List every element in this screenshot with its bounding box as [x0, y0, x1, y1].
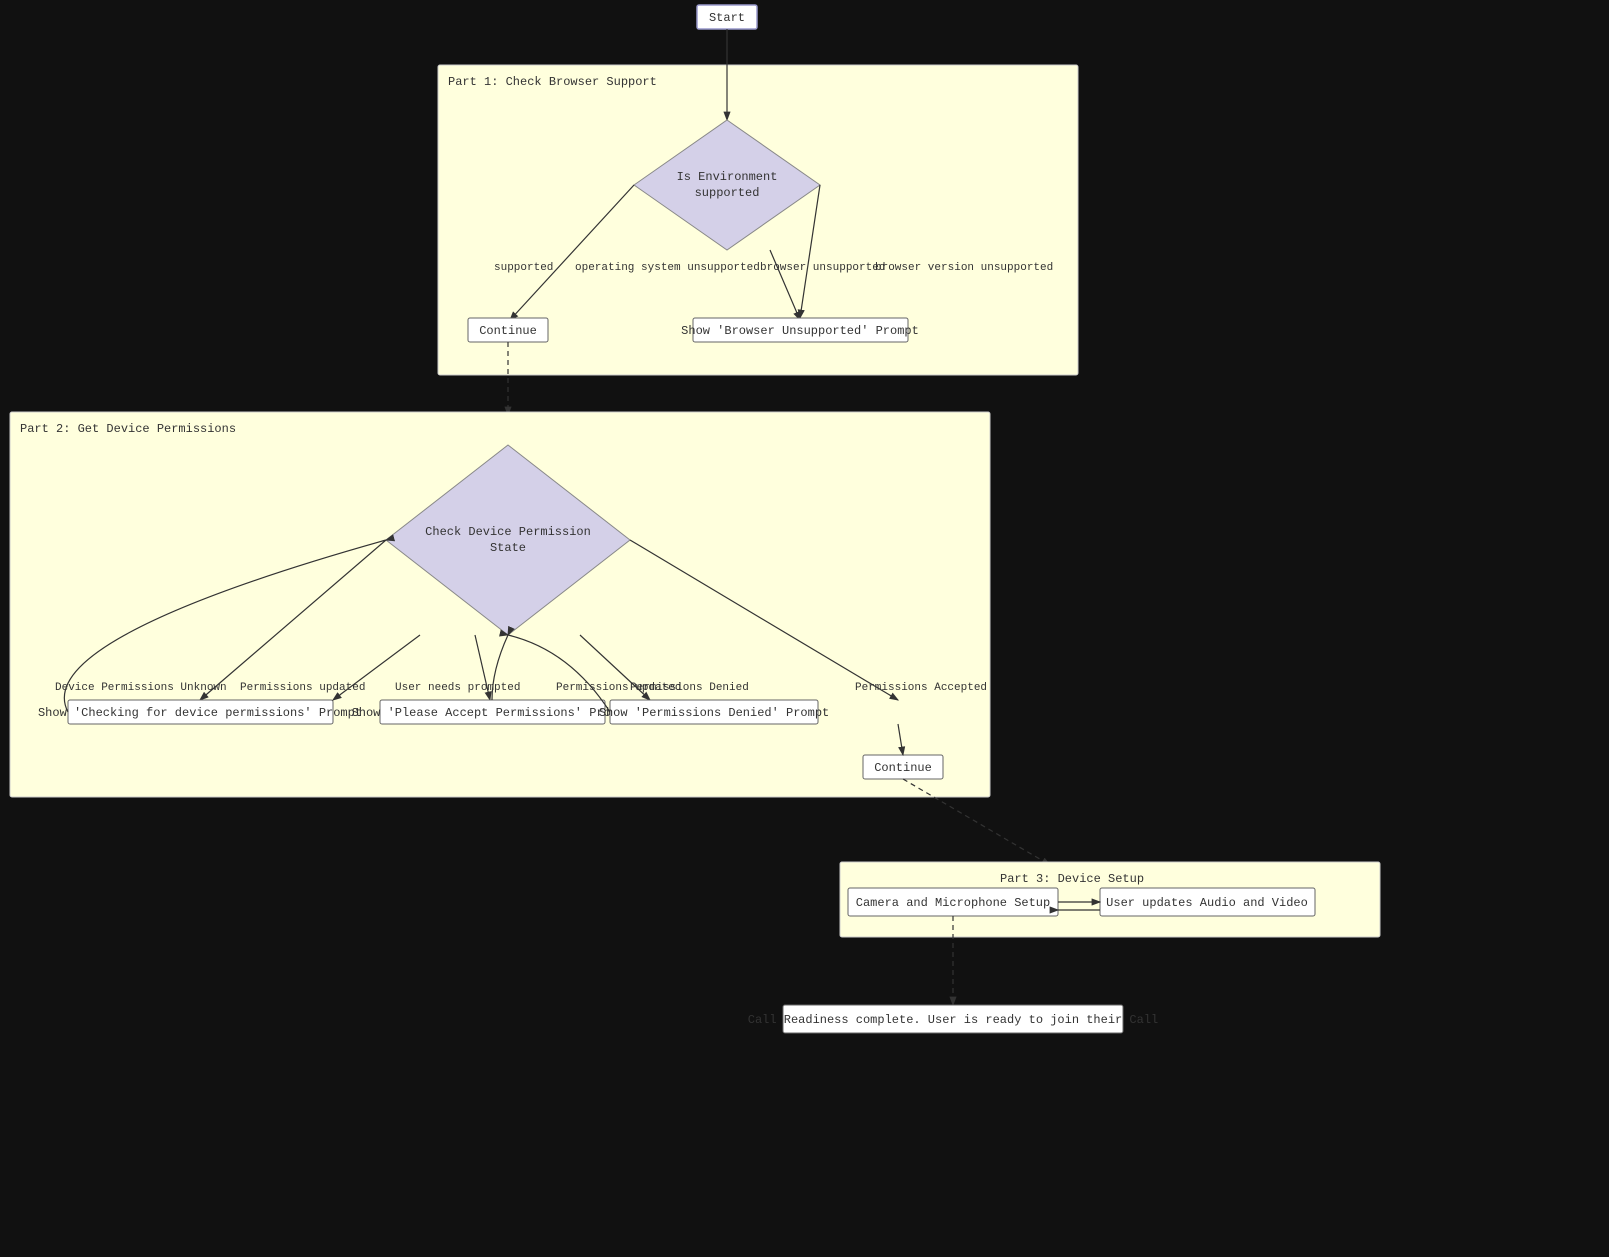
diamond-permissions-label1: Check Device Permission: [425, 525, 591, 539]
label-browser-unsupported: browser unsupported: [760, 262, 885, 274]
diamond-permissions-label2: State: [490, 541, 526, 555]
part2-title: Part 2: Get Device Permissions: [20, 422, 236, 436]
final-label: Call Readiness complete. User is ready t…: [748, 1013, 1158, 1027]
label-permissions-updated-left: Permissions updated: [240, 682, 365, 694]
label-user-needs-prompted: User needs prompted: [395, 682, 520, 694]
label-permissions-denied: Permissions Denied: [630, 682, 749, 694]
label-browser-version: browser version unsupported: [875, 262, 1053, 274]
diamond-environment-label1: Is Environment: [677, 170, 778, 184]
label-permissions-accepted: Permissions Accepted: [855, 682, 987, 694]
user-updates-label: User updates Audio and Video: [1106, 896, 1308, 910]
start-label: Start: [709, 11, 745, 25]
label-os-unsupported: operating system unsupported: [575, 262, 760, 274]
permissions-denied-label: Show 'Permissions Denied' Prompt: [599, 706, 829, 720]
continue-label-p2: Continue: [874, 761, 932, 775]
diamond-environment-label2: supported: [695, 186, 760, 200]
part3-title: Part 3: Device Setup: [1000, 872, 1144, 886]
browser-unsupported-prompt-label: Show 'Browser Unsupported' Prompt: [681, 324, 919, 338]
label-supported: supported: [494, 262, 553, 274]
checking-permissions-label: Show 'Checking for device permissions' P…: [38, 706, 362, 720]
part1-title: Part 1: Check Browser Support: [448, 75, 657, 89]
camera-mic-label: Camera and Microphone Setup: [856, 896, 1050, 910]
diagram-container: Part 1: Check Browser Support Start Is E…: [0, 0, 1609, 1257]
label-permissions-unknown: Device Permissions Unknown: [55, 682, 227, 694]
continue-label-p1: Continue: [479, 324, 537, 338]
accept-permissions-label: Show 'Please Accept Permissions' Prompt: [352, 706, 633, 720]
